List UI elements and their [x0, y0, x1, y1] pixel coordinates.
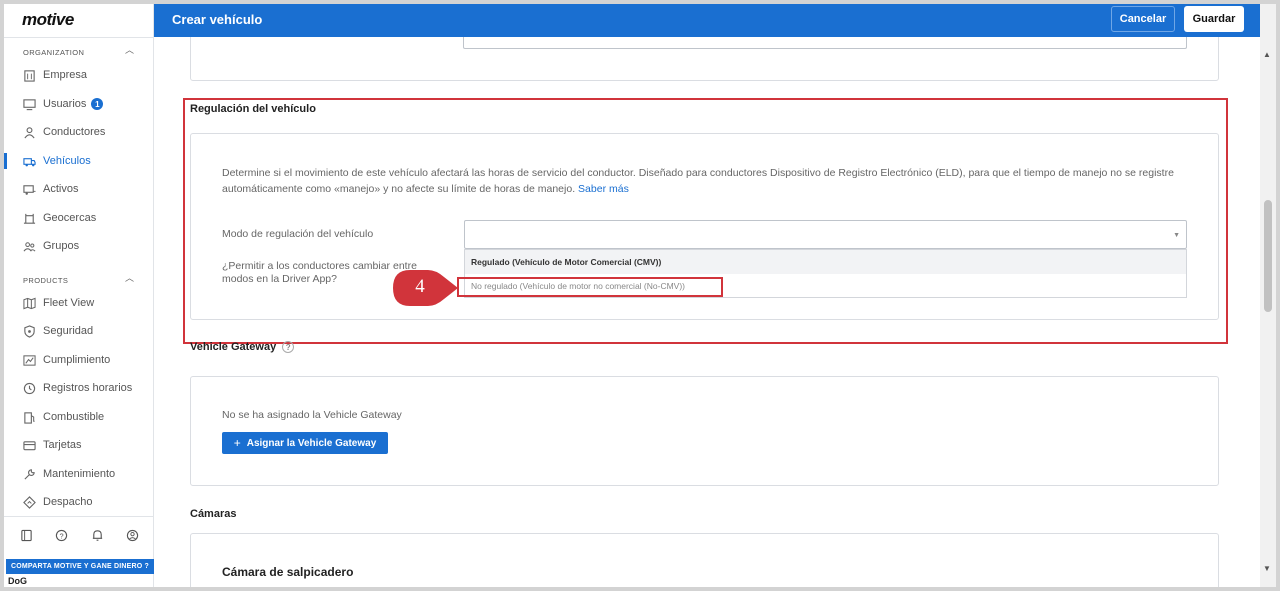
- main-content: Regulación del vehículo Determine si el …: [154, 37, 1260, 587]
- chevron-up-icon[interactable]: ︿: [125, 46, 135, 55]
- sidebar-item-label: Fleet View: [43, 297, 95, 309]
- chart-icon: [22, 353, 36, 367]
- sidebar-item-vehiculos[interactable]: Vehículos: [4, 149, 154, 173]
- sidebar-item-label: Usuarios: [43, 98, 87, 110]
- account-icon[interactable]: [126, 529, 140, 543]
- sidebar: motive ORGANIZATION ︿ Empresa Usuarios 1…: [4, 4, 154, 587]
- gateway-section-title: Vehicle Gateway?: [190, 341, 295, 354]
- sidebar-item-label: Combustible: [43, 411, 105, 423]
- sidebar-item-combustible[interactable]: Combustible: [4, 405, 154, 429]
- divider: [4, 516, 154, 517]
- referral-banner[interactable]: COMPARTA MOTIVE Y GANE DINERO ?: [6, 559, 154, 574]
- cameras-card: Cámara de salpicadero: [190, 533, 1219, 587]
- sidebar-item-despacho[interactable]: Despacho: [4, 490, 154, 514]
- gateway-card: No se ha asignado la Vehicle Gateway + A…: [190, 376, 1219, 486]
- sidebar-item-seguridad[interactable]: Seguridad: [4, 319, 154, 343]
- step-number: 4: [415, 276, 425, 297]
- sidebar-item-cumplimiento[interactable]: Cumplimiento: [4, 348, 154, 372]
- sidebar-item-geocercas[interactable]: Geocercas: [4, 206, 154, 230]
- save-button[interactable]: Guardar: [1184, 6, 1244, 32]
- building-icon: [22, 68, 36, 82]
- sidebar-item-activos[interactable]: Activos: [4, 177, 154, 201]
- sidebar-item-tarjetas[interactable]: Tarjetas: [4, 433, 154, 457]
- sidebar-item-label: Seguridad: [43, 325, 94, 337]
- gateway-empty-text: No se ha asignado la Vehicle Gateway: [222, 409, 402, 421]
- sidebar-item-label: Tarjetas: [43, 439, 82, 451]
- fuel-icon: [22, 410, 36, 424]
- previous-field[interactable]: [463, 37, 1187, 49]
- group-icon: [22, 239, 36, 253]
- scroll-up-icon[interactable]: ▲: [1263, 50, 1271, 59]
- shield-icon: [22, 324, 36, 338]
- sidebar-item-grupos[interactable]: Grupos: [4, 234, 154, 258]
- sidebar-item-conductores[interactable]: Conductores: [4, 120, 154, 144]
- sidebar-item-mantenimiento[interactable]: Mantenimiento: [4, 462, 154, 486]
- header-bar: Crear vehículo Cancelar Guardar: [154, 4, 1260, 37]
- sidebar-item-label: Registros horarios: [43, 382, 133, 394]
- highlight-box-section: [183, 98, 1228, 344]
- svg-text:?: ?: [60, 531, 64, 540]
- trailer-icon: [22, 182, 36, 196]
- monitor-icon: [22, 97, 36, 111]
- notification-badge: 1: [91, 98, 104, 110]
- scroll-down-icon[interactable]: ▼: [1263, 564, 1271, 573]
- plus-icon: +: [233, 436, 241, 450]
- cameras-section-title: Cámaras: [190, 508, 237, 520]
- previous-section-card: [190, 37, 1219, 81]
- sidebar-item-label: Despacho: [43, 496, 93, 508]
- bell-icon[interactable]: [91, 529, 105, 543]
- organization-section-label: ORGANIZATION: [23, 48, 85, 57]
- sidebar-item-empresa[interactable]: Empresa: [4, 63, 154, 87]
- scrollbar[interactable]: ▲ ▼: [1260, 4, 1276, 587]
- sidebar-footer: ?: [20, 529, 140, 543]
- truck-icon: [22, 154, 36, 168]
- sidebar-item-label: Empresa: [43, 69, 88, 81]
- sidebar-item-label: Conductores: [43, 126, 106, 138]
- chevron-up-icon[interactable]: ︿: [125, 274, 135, 283]
- book-icon[interactable]: [20, 529, 34, 543]
- sidebar-item-fleet-view[interactable]: Fleet View: [4, 291, 154, 315]
- app-window: motive ORGANIZATION ︿ Empresa Usuarios 1…: [0, 0, 1280, 591]
- help-icon[interactable]: ?: [55, 529, 69, 543]
- assign-gateway-button[interactable]: + Asignar la Vehicle Gateway: [222, 432, 388, 454]
- wrench-icon: [22, 467, 36, 481]
- sidebar-item-label: Activos: [43, 183, 79, 195]
- motive-logo[interactable]: motive: [22, 10, 74, 30]
- products-section-label: PRODUCTS: [23, 276, 69, 285]
- geofence-icon: [22, 211, 36, 225]
- dashcam-title: Cámara de salpicadero: [222, 565, 354, 579]
- highlight-box-option: [457, 277, 723, 297]
- dispatch-icon: [22, 495, 36, 509]
- sidebar-item-registros-horarios[interactable]: Registros horarios: [4, 376, 154, 400]
- sidebar-item-label: Mantenimiento: [43, 468, 116, 480]
- card-icon: [22, 438, 36, 452]
- map-icon: [22, 296, 36, 310]
- sidebar-item-label: Geocercas: [43, 212, 97, 224]
- sidebar-item-label: Grupos: [43, 240, 80, 252]
- sidebar-item-usuarios[interactable]: Usuarios 1: [4, 92, 154, 116]
- footer-logo: DoG: [8, 576, 27, 586]
- scroll-thumb[interactable]: [1264, 200, 1272, 312]
- user-icon: [22, 125, 36, 139]
- cancel-button[interactable]: Cancelar: [1111, 6, 1175, 32]
- help-icon[interactable]: ?: [282, 341, 295, 354]
- sidebar-item-label: Cumplimiento: [43, 354, 111, 366]
- page-title: Crear vehículo: [172, 12, 263, 27]
- sidebar-item-label: Vehículos: [43, 155, 91, 167]
- clock-icon: [22, 381, 36, 395]
- divider: [4, 37, 154, 38]
